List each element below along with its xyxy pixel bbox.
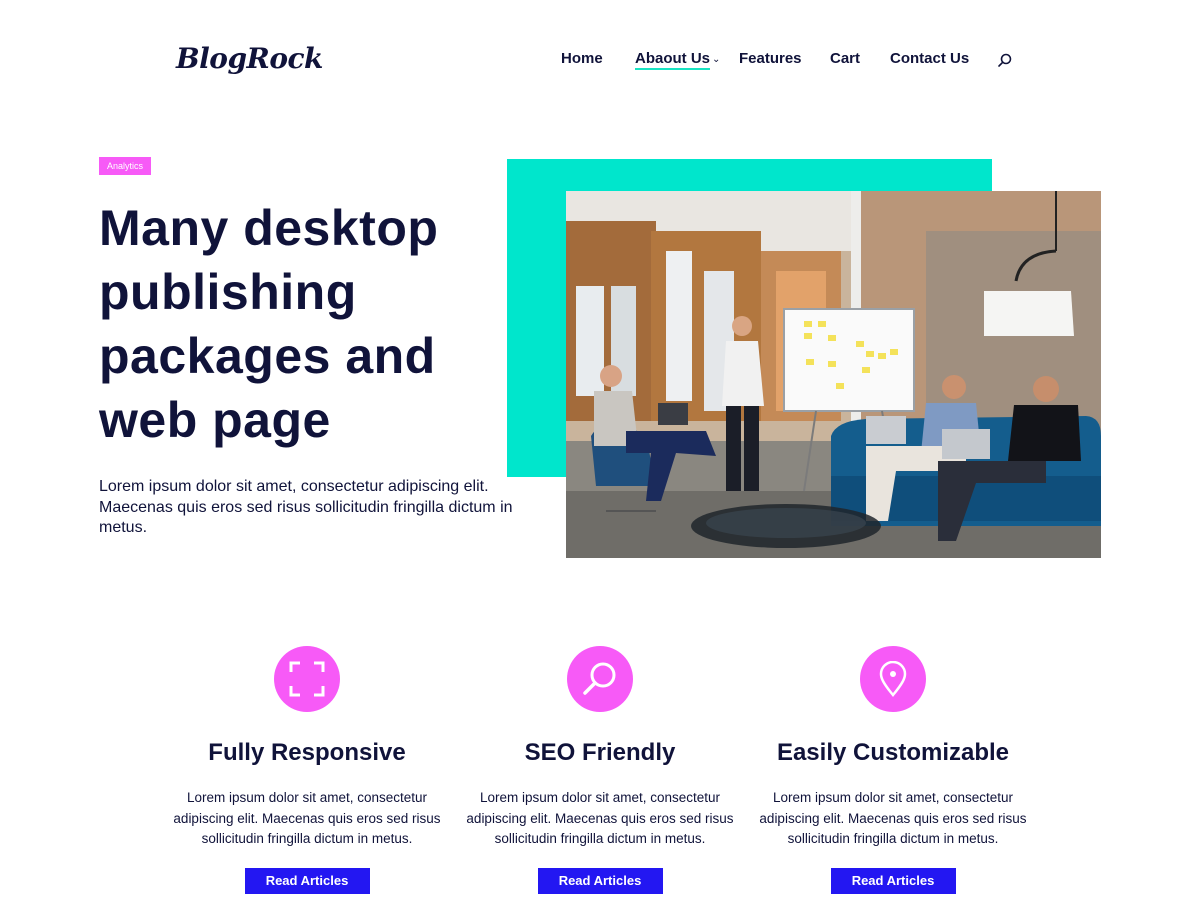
nav-item-cart[interactable]: Cart: [830, 50, 860, 67]
nav-item-contact-us[interactable]: Contact Us: [890, 50, 969, 67]
search-icon[interactable]: [996, 52, 1014, 70]
read-articles-button[interactable]: Read Articles: [537, 867, 663, 894]
chevron-down-icon[interactable]: ⌄: [712, 54, 720, 65]
hero-description: Lorem ipsum dolor sit amet, consectetur …: [99, 478, 513, 536]
feature-description: Lorem ipsum dolor sit amet, consectetur …: [173, 790, 441, 846]
feature-title: Fully Responsive: [208, 739, 406, 766]
feature-card-responsive: Fully Responsive Lorem ipsum dolor sit a…: [162, 646, 452, 894]
feature-card-customizable: Easily Customizable Lorem ipsum dolor si…: [748, 646, 1038, 894]
feature-title: Easily Customizable: [776, 739, 1010, 766]
nav-item-about-us[interactable]: Abaout Us: [635, 50, 710, 70]
hero-title: Many desktop publishing packages and web…: [99, 200, 439, 448]
feature-title: SEO Friendly: [524, 739, 676, 766]
read-articles-button[interactable]: Read Articles: [830, 867, 956, 894]
category-badge[interactable]: Analytics: [99, 157, 151, 175]
main-navigation: Home Abaout Us ⌄ Features Cart Contact U…: [0, 50, 1200, 74]
nav-item-features[interactable]: Features: [739, 50, 802, 67]
feature-description: Lorem ipsum dolor sit amet, consectetur …: [759, 790, 1027, 846]
read-articles-button[interactable]: Read Articles: [244, 867, 370, 894]
expand-icon: [274, 646, 340, 712]
hero-image: [566, 191, 1101, 558]
nav-item-home[interactable]: Home: [561, 50, 603, 67]
feature-card-seo: SEO Friendly Lorem ipsum dolor sit amet,…: [455, 646, 745, 894]
search-icon: [567, 646, 633, 712]
feature-description: Lorem ipsum dolor sit amet, consectetur …: [466, 790, 734, 846]
location-pin-icon: [860, 646, 926, 712]
